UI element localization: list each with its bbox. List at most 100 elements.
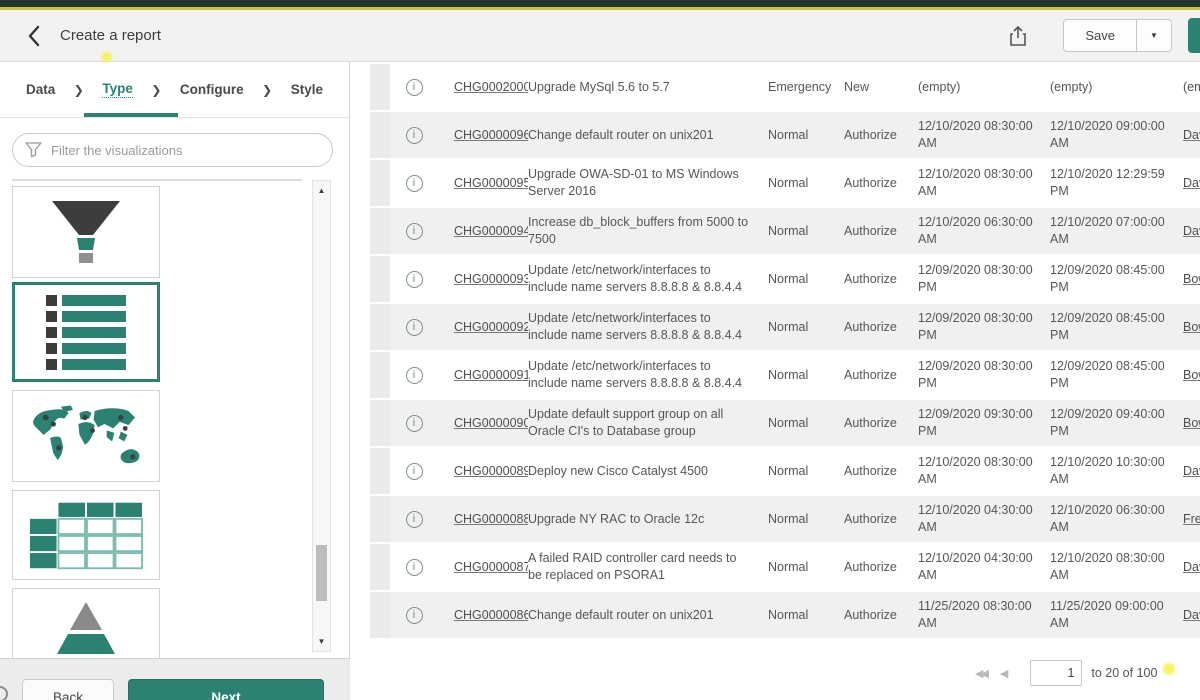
assigned-to-link[interactable]: Dav [1183,608,1200,622]
help-icon-partial [0,686,8,700]
viz-list-scrollbar[interactable]: ▲ ▼ [312,180,331,652]
scroll-up-icon[interactable]: ▲ [313,186,330,195]
assigned-to-link[interactable]: Bow [1183,272,1200,286]
info-icon[interactable]: i [406,127,423,144]
info-icon[interactable]: i [406,175,423,192]
viz-type-table[interactable] [12,490,160,580]
report-type-panel: Data ❯ Type ❯ Configure ❯ Style [0,62,350,658]
change-type: Normal [768,400,844,446]
page-number-input[interactable] [1030,660,1082,686]
scrollbar-thumb[interactable] [316,545,327,601]
planned-end-date: 12/09/2020 08:45:00 PM [1050,304,1183,350]
save-button[interactable]: Save [1063,19,1137,52]
filter-visualizations-input[interactable] [12,133,333,167]
scrolled-item-edge [12,179,302,181]
table-row: i CHG0000096 Change default router on un… [370,112,1200,158]
assigned-to-link[interactable]: Bow [1183,416,1200,430]
assigned-to-link[interactable]: Dav [1183,224,1200,238]
assigned-to-link[interactable]: Dav [1183,176,1200,190]
table-row: i CHG0000088 Upgrade NY RAC to Oracle 12… [370,496,1200,542]
assigned-to-link[interactable]: Bow [1183,320,1200,334]
caret-down-icon: ▼ [1150,31,1158,40]
save-dropdown-button[interactable]: ▼ [1137,19,1172,52]
scroll-down-icon[interactable]: ▼ [313,637,330,646]
step-type[interactable]: Type [102,81,133,98]
table-pagination: ◀◀ ◀ to 20 of 100 [975,657,1200,689]
viz-type-pyramid[interactable] [12,588,160,658]
share-icon[interactable] [1001,19,1035,53]
info-icon[interactable]: i [406,79,423,96]
info-icon[interactable]: i [406,511,423,528]
funnel-chart-icon [26,196,146,268]
assigned-to-link[interactable]: Dav [1183,464,1200,478]
wizard-footer: Back Next [0,658,350,700]
record-number-link[interactable]: CHG0000095 [454,176,528,190]
change-state: Authorize [844,544,918,590]
record-number-link[interactable]: CHG0000090 [454,416,528,430]
change-type: Normal [768,304,844,350]
list-chart-icon [46,295,126,370]
next-button[interactable]: Next [128,679,324,700]
primary-button-partial[interactable] [1188,18,1200,53]
info-icon[interactable]: i [406,463,423,480]
assigned-to-link[interactable]: Dav [1183,128,1200,142]
row-gutter [370,448,390,494]
table-row: i CHG0000091 Update /etc/network/interfa… [370,352,1200,398]
assigned-to-link[interactable]: Dav [1183,560,1200,574]
record-number-link[interactable]: CHG0000086 [454,608,528,622]
record-number-link[interactable]: CHG0000092 [454,320,528,334]
change-state: New [844,64,918,110]
step-configure[interactable]: Configure [180,82,244,97]
info-icon[interactable]: i [406,271,423,288]
back-button[interactable]: Back [22,679,114,700]
info-icon[interactable]: i [406,559,423,576]
planned-start-date: 12/10/2020 08:30:00 AM [918,112,1050,158]
record-number-link[interactable]: CHG0000088 [454,512,528,526]
short-description: Update /etc/network/interfaces to includ… [528,352,768,398]
change-state: Authorize [844,256,918,302]
record-number-link[interactable]: CHG0000089 [454,464,528,478]
back-arrow-button[interactable] [20,21,48,51]
record-number-link[interactable]: CHG0002000 [454,80,528,94]
change-state: Authorize [844,208,918,254]
assigned-to-link[interactable]: (em [1183,80,1200,94]
viz-type-list[interactable] [12,282,160,382]
report-preview-table: i CHG0002000 Upgrade MySql 5.6 to 5.7 Em… [370,64,1200,640]
chevron-right-icon: ❯ [74,83,84,97]
table-row: i CHG0000095 Upgrade OWA-SD-01 to MS Win… [370,160,1200,206]
change-type: Normal [768,496,844,542]
assigned-to-link[interactable]: Fre [1183,512,1200,526]
change-type: Normal [768,256,844,302]
first-page-icon[interactable]: ◀◀ [975,667,986,680]
record-number-link[interactable]: CHG0000087 [454,560,528,574]
change-state: Authorize [844,352,918,398]
step-style[interactable]: Style [291,82,323,97]
planned-end-date: 12/09/2020 08:45:00 PM [1050,352,1183,398]
info-icon[interactable]: i [406,223,423,240]
pivot-table-icon [21,497,151,573]
short-description: Update /etc/network/interfaces to includ… [528,304,768,350]
planned-start-date: 12/10/2020 06:30:00 AM [918,208,1050,254]
planned-end-date: 12/09/2020 08:45:00 PM [1050,256,1183,302]
world-map-icon [25,403,147,469]
info-icon[interactable]: i [406,367,423,384]
record-number-link[interactable]: CHG0000091 [454,368,528,382]
assigned-to-link[interactable]: Bow [1183,368,1200,382]
record-number-link[interactable]: CHG0000096 [454,128,528,142]
short-description: Update default support group on all Orac… [528,400,768,446]
step-data[interactable]: Data [26,82,55,97]
row-gutter [370,496,390,542]
info-icon[interactable]: i [406,319,423,336]
change-type: Normal [768,448,844,494]
viz-type-funnel[interactable] [12,186,160,278]
record-number-link[interactable]: CHG0000093 [454,272,528,286]
info-icon[interactable]: i [406,607,423,624]
short-description: Upgrade NY RAC to Oracle 12c [528,496,768,542]
record-number-link[interactable]: CHG0000094 [454,224,528,238]
viz-type-map[interactable] [12,390,160,482]
short-description: Upgrade OWA-SD-01 to MS Windows Server 2… [528,160,768,206]
planned-end-date: (empty) [1050,64,1183,110]
change-state: Authorize [844,400,918,446]
info-icon[interactable]: i [406,415,423,432]
previous-page-icon[interactable]: ◀ [1000,667,1008,680]
